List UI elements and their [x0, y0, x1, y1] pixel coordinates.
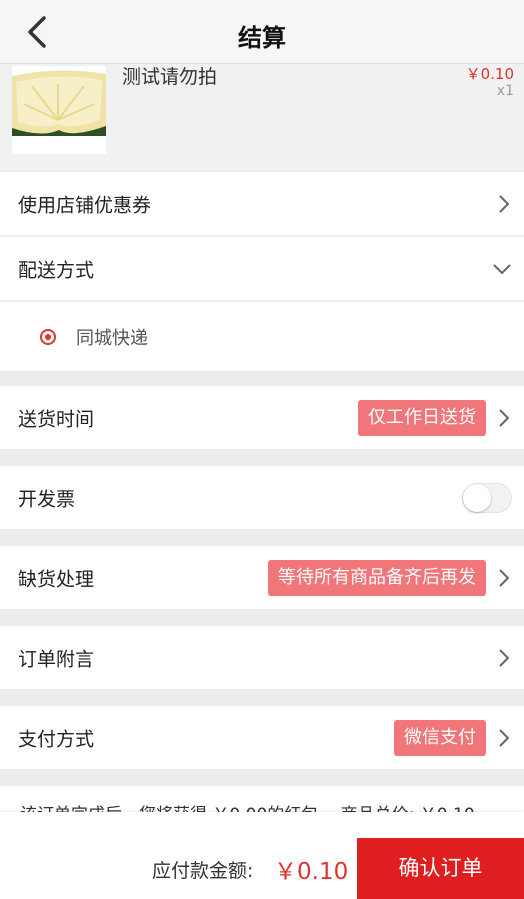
invoice-row: 开发票	[0, 466, 524, 530]
chevron-right-icon	[499, 648, 510, 667]
coupon-row[interactable]: 使用店铺优惠券	[0, 172, 524, 236]
invoice-label: 开发票	[18, 488, 76, 510]
order-message-label: 订单附言	[18, 648, 95, 670]
chevron-right-icon	[499, 408, 510, 427]
chevron-right-icon	[499, 728, 510, 747]
out-of-stock-tag: 等待所有商品备齐后再发	[268, 559, 486, 596]
delivery-option-label: 同城快递	[76, 327, 148, 349]
chevron-right-icon	[499, 568, 510, 587]
checkout-footer: 应付款金额: ￥0.10 确认订单	[0, 812, 524, 899]
header-bar: 结算	[0, 0, 524, 64]
delivery-method-row[interactable]: 配送方式	[0, 237, 524, 301]
page-title: 结算	[238, 24, 286, 52]
total-amount: ￥0.10	[274, 859, 349, 885]
toggle-knob	[463, 483, 491, 512]
product-price: ￥0.10	[465, 65, 514, 83]
out-of-stock-label: 缺货处理	[18, 568, 95, 590]
invoice-toggle[interactable]	[462, 482, 512, 513]
confirm-order-button[interactable]: 确认订单	[357, 838, 524, 899]
delivery-option-row[interactable]: 同城快递	[0, 302, 524, 372]
delivery-method-label: 配送方式	[18, 259, 95, 281]
payment-method-row[interactable]: 支付方式 微信支付	[0, 706, 524, 770]
order-message-row[interactable]: 订单附言	[0, 626, 524, 690]
coupon-label: 使用店铺优惠券	[18, 194, 152, 216]
total-label: 应付款金额:	[152, 860, 254, 882]
product-item: 测试请勿拍 ￥0.10 x1	[0, 64, 524, 170]
chevron-down-icon	[493, 263, 511, 274]
delivery-time-label: 送货时间	[18, 408, 95, 430]
delivery-time-row[interactable]: 送货时间 仅工作日送货	[0, 386, 524, 450]
product-image	[12, 66, 106, 154]
product-name: 测试请勿拍	[122, 66, 218, 88]
delivery-time-tag: 仅工作日送货	[358, 399, 486, 436]
out-of-stock-row[interactable]: 缺货处理 等待所有商品备齐后再发	[0, 546, 524, 610]
chevron-right-icon	[499, 194, 510, 213]
product-quantity: x1	[496, 83, 514, 99]
payment-method-label: 支付方式	[18, 728, 95, 750]
payment-method-tag: 微信支付	[394, 719, 486, 756]
radio-selected-icon[interactable]	[40, 328, 56, 345]
